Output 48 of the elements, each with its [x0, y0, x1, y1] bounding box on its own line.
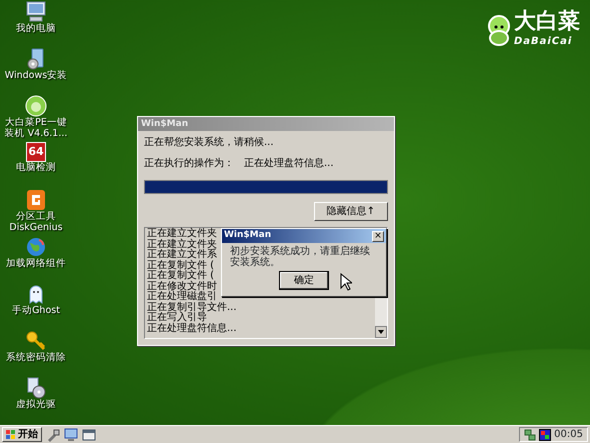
- close-button[interactable]: ×: [372, 230, 384, 242]
- icon-label[interactable]: 系统密码清除: [1, 352, 71, 363]
- cabbage-icon: [25, 95, 47, 117]
- log-line: 正在写入引导: [147, 313, 207, 323]
- color-display-icon[interactable]: [539, 428, 552, 440]
- log-line: 正在复制文件 (: [147, 260, 214, 270]
- partition-tool-icon: [25, 189, 47, 211]
- start-button[interactable]: 开始: [2, 427, 42, 442]
- icon-label[interactable]: 加载网络组件: [1, 258, 71, 269]
- window-icon[interactable]: [82, 428, 96, 442]
- log-line: 正在建立文件夹: [147, 229, 217, 239]
- log-line: 正在建立文件系: [147, 250, 217, 260]
- hide-info-button[interactable]: 隐藏信息↑: [314, 202, 388, 221]
- tile-icon: 64: [26, 142, 46, 162]
- key-icon: [25, 330, 47, 352]
- log-line: 正在修改文件时: [147, 282, 217, 292]
- log-line: 正在建立文件夹: [147, 240, 217, 250]
- icon-label[interactable]: 分区工具 DiskGenius: [1, 211, 71, 233]
- mouse-cursor-icon: [340, 273, 352, 291]
- log-line: 正在处理磁盘引: [147, 292, 217, 302]
- operation-text: 正在处理盘符信息...: [244, 156, 334, 171]
- scroll-down-icon[interactable]: [375, 326, 387, 338]
- globe-icon: [25, 236, 47, 258]
- computer-icon: [25, 1, 47, 23]
- logo-subtitle: DaBaiCai: [514, 35, 574, 49]
- monitor-icon[interactable]: [64, 428, 78, 442]
- icon-label[interactable]: 电脑检测: [1, 162, 71, 173]
- status-text: 正在帮您安装系统，请稍候...: [144, 136, 275, 150]
- log-line: 正在处理盘符信息...: [147, 324, 237, 334]
- window-title: Win$Man: [138, 117, 394, 131]
- cabbage-mascot-icon: [486, 14, 512, 46]
- log-line: 正在复制引导文件...: [147, 302, 237, 312]
- icon-label[interactable]: Windows安装: [1, 70, 71, 81]
- dialog-message: 初步安装系统成功，请重启继续安装系统。: [229, 244, 371, 270]
- icon-label[interactable]: 大白菜PE一键装机 V4.6.1...: [1, 117, 71, 139]
- icon-label[interactable]: 手动Ghost: [1, 305, 71, 316]
- ok-button[interactable]: 确定: [279, 271, 329, 290]
- icon-label[interactable]: 我的电脑: [1, 23, 71, 34]
- disc-icon: [25, 377, 47, 399]
- log-line: 正在复制文件 (: [147, 271, 214, 281]
- logo-title: 大白菜: [514, 10, 580, 34]
- operation-label: 正在执行的操作为：: [144, 156, 234, 171]
- windows-logo-icon: [6, 430, 16, 440]
- dialog-title: Win$Man: [224, 229, 272, 242]
- icon-label[interactable]: 虚拟光驱: [1, 399, 71, 410]
- tools-icon[interactable]: [46, 428, 60, 442]
- network-icon[interactable]: [524, 428, 536, 440]
- clock-text: 00:05: [554, 428, 583, 442]
